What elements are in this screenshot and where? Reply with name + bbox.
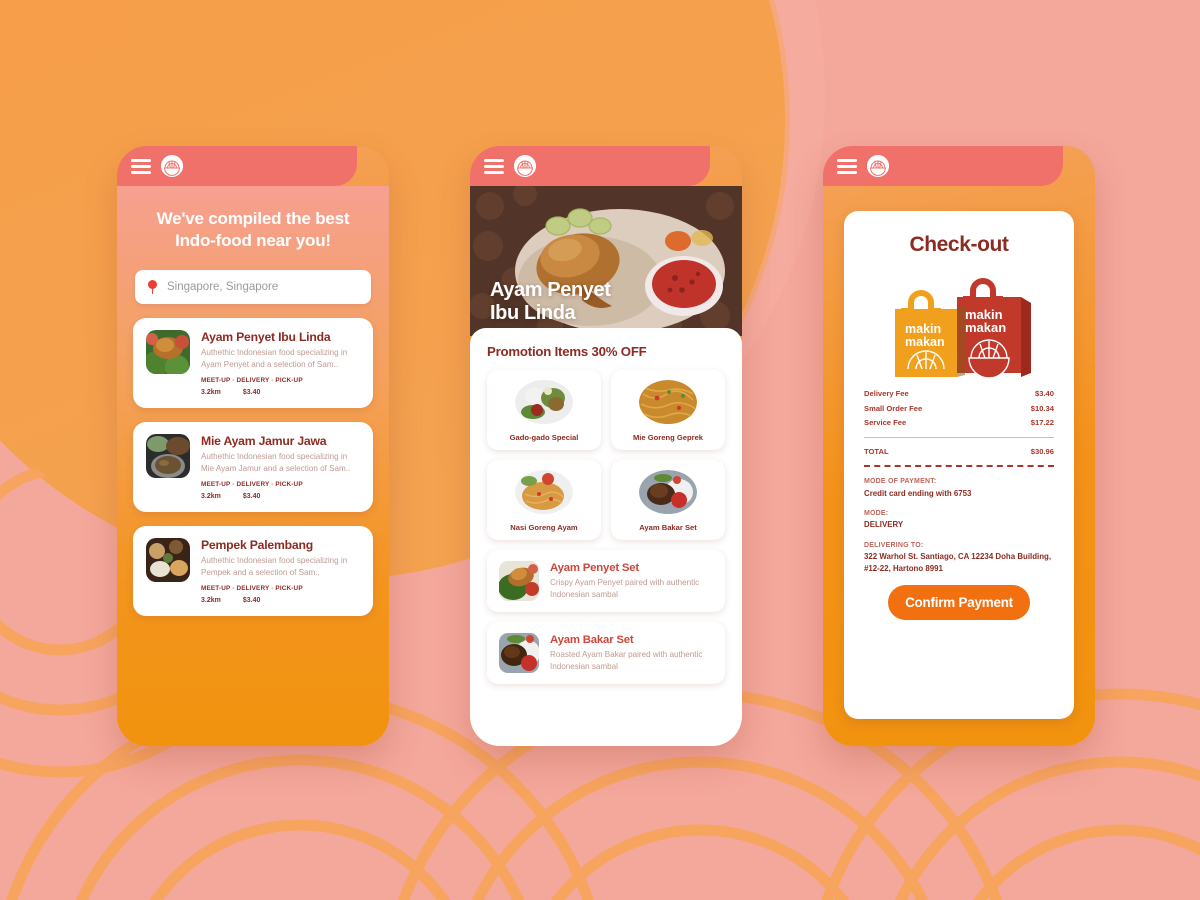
restaurant-hero-title: Ayam Penyet Ibu Linda xyxy=(490,278,611,326)
hero-title-line-2: Ibu Linda xyxy=(490,302,576,325)
delivery-address-value: 322 Warhol St. Santiago, CA 12234 Doha B… xyxy=(864,552,1052,573)
payment-mode-value: Credit card ending with 6753 xyxy=(864,488,972,498)
restaurant-description: Authethic Indonesian food specializing i… xyxy=(201,348,348,369)
phone-screen-restaurant-list: We've compiled the best Indo-food near y… xyxy=(117,146,389,746)
restaurant-thumbnail xyxy=(146,538,190,583)
restaurant-meta: 3.2km $3.40 xyxy=(201,493,360,500)
total-label: TOTAL xyxy=(864,447,889,456)
delivery-mode-block: MODE: DELIVERY xyxy=(864,510,1054,531)
app-bar xyxy=(823,146,1063,186)
payment-mode-block: MODE OF PAYMENT: Credit card ending with… xyxy=(864,478,1054,499)
menu-item-name: Ayam Penyet Set xyxy=(550,562,640,575)
restaurant-meta: 3.2km $3.40 xyxy=(201,389,360,396)
fee-row: Small Order Fee $10.34 xyxy=(864,404,1054,413)
fee-amount: $3.40 xyxy=(1034,389,1054,398)
promotion-tile-image xyxy=(515,470,573,515)
hamburger-menu-icon[interactable] xyxy=(131,158,151,174)
total-amount: $30.96 xyxy=(1030,447,1054,456)
promotion-tile[interactable]: Mie Goreng Geprek xyxy=(611,370,725,450)
menu-item-thumbnail xyxy=(499,633,539,673)
restaurant-service-tags: MEET-UP · DELIVERY · PICK-UP xyxy=(201,481,303,489)
restaurant-card[interactable]: Mie Ayam Jamur Jawa Authethic Indonesian… xyxy=(133,422,373,513)
screen1-body: We've compiled the best Indo-food near y… xyxy=(117,186,389,746)
promotion-heading: Promotion Items 30% OFF xyxy=(487,344,647,359)
promotion-tile[interactable]: Ayam Bakar Set xyxy=(611,460,725,540)
delivery-mode-heading: MODE: xyxy=(864,509,889,517)
restaurant-price: $3.40 xyxy=(242,493,261,501)
fee-breakdown: Delivery Fee $3.40 Small Order Fee $10.3… xyxy=(864,389,1054,467)
phone-screen-checkout: Check-out makin makan makin makan Delive… xyxy=(823,146,1095,746)
page-title: We've compiled the best Indo-food near y… xyxy=(156,209,350,251)
promotion-tile-label: Nasi Goreng Ayam xyxy=(510,523,578,532)
fee-label: Delivery Fee xyxy=(864,389,909,398)
restaurant-description: Authethic Indonesian food specializing i… xyxy=(201,452,351,473)
payment-mode-heading: MODE OF PAYMENT: xyxy=(864,478,937,485)
delivery-address-block: DELIVERING TO: 322 Warhol St. Santiago, … xyxy=(864,542,1054,574)
shopping-bags-illustration: makin makan makin makan xyxy=(864,263,1054,381)
confirm-payment-button[interactable]: Confirm Payment xyxy=(888,585,1030,621)
restaurant-card[interactable]: Ayam Penyet Ibu Linda Authethic Indonesi… xyxy=(133,318,373,409)
hero-image: Ayam Penyet Ibu Linda xyxy=(470,186,742,336)
delivery-mode-value: DELIVERY xyxy=(864,520,904,530)
search-input-value: Singapore, Singapore xyxy=(167,281,279,294)
restaurant-distance: 3.2km xyxy=(201,597,221,605)
location-search-input[interactable]: Singapore, Singapore xyxy=(135,270,371,305)
promotion-tile-image xyxy=(639,470,697,515)
promotion-tile-image xyxy=(639,380,697,425)
menu-item-card[interactable]: Ayam Penyet Set Crispy Ayam Penyet paire… xyxy=(487,550,725,612)
promotion-tile-grid: Gado-gado Special Mie Goreng Geprek Nasi… xyxy=(487,370,725,540)
promotion-tile[interactable]: Gado-gado Special xyxy=(487,370,601,450)
fee-row: Delivery Fee $3.40 xyxy=(864,389,1054,398)
hamburger-menu-icon[interactable] xyxy=(484,158,504,174)
phone-screen-restaurant-detail: Ayam Penyet Ibu Linda Promotion Items 30… xyxy=(470,146,742,746)
checkout-card: Check-out makin makan makin makan Delive… xyxy=(844,211,1074,719)
menu-item-description: Roasted Ayam Bakar paired with authentic… xyxy=(550,650,703,671)
detail-sheet: Promotion Items 30% OFF Gado-gado Specia… xyxy=(470,328,742,746)
dashed-divider xyxy=(864,465,1054,467)
fee-amount: $17.22 xyxy=(1030,418,1054,427)
restaurant-service-tags: MEET-UP · DELIVERY · PICK-UP xyxy=(201,585,303,593)
restaurant-price: $3.40 xyxy=(242,389,261,397)
restaurant-thumbnail xyxy=(146,330,190,375)
restaurant-service-tags: MEET-UP · DELIVERY · PICK-UP xyxy=(201,377,303,385)
restaurant-name: Pempek Palembang xyxy=(201,538,313,553)
restaurant-card[interactable]: Pempek Palembang Authethic Indonesian fo… xyxy=(133,526,373,617)
fee-label: Small Order Fee xyxy=(864,403,923,413)
svg-text:makan: makan xyxy=(965,320,1006,335)
makin-makan-bowl-logo-icon[interactable] xyxy=(161,155,183,177)
fee-label: Service Fee xyxy=(864,418,907,427)
promotion-tile-label: Gado-gado Special xyxy=(509,433,579,442)
restaurant-price: $3.40 xyxy=(242,597,261,605)
restaurant-distance: 3.2km xyxy=(201,493,221,501)
promotion-tile[interactable]: Nasi Goreng Ayam xyxy=(487,460,601,540)
restaurant-thumbnail xyxy=(146,434,190,479)
restaurant-meta: 3.2km $3.40 xyxy=(201,597,360,604)
menu-item-card[interactable]: Ayam Bakar Set Roasted Ayam Bakar paired… xyxy=(487,622,725,684)
location-pin-icon xyxy=(148,280,157,295)
restaurant-description: Authethic Indonesian food specializing i… xyxy=(201,556,348,577)
restaurant-distance: 3.2km xyxy=(201,389,221,397)
app-bar xyxy=(470,146,710,186)
total-row: TOTAL $30.96 xyxy=(864,447,1054,456)
restaurant-name: Ayam Penyet Ibu Linda xyxy=(201,330,331,345)
hero-title-line-1: Ayam Penyet xyxy=(490,278,611,301)
delivery-address-heading: DELIVERING TO: xyxy=(864,541,924,549)
promotion-tile-image xyxy=(515,380,573,425)
hamburger-menu-icon[interactable] xyxy=(837,158,857,174)
divider xyxy=(864,437,1054,438)
restaurant-name: Mie Ayam Jamur Jawa xyxy=(201,434,327,449)
fee-amount: $10.34 xyxy=(1030,403,1054,413)
menu-item-description: Crispy Ayam Penyet paired with authentic… xyxy=(550,578,700,599)
promotion-tile-label: Mie Goreng Geprek xyxy=(632,433,704,442)
svg-text:makan: makan xyxy=(905,335,945,349)
menu-item-name: Ayam Bakar Set xyxy=(550,634,634,647)
page-title: Check-out xyxy=(909,233,1009,256)
fee-row: Service Fee $17.22 xyxy=(864,418,1054,427)
makin-makan-bowl-logo-icon[interactable] xyxy=(514,155,536,177)
promotion-tile-label: Ayam Bakar Set xyxy=(639,523,697,532)
app-bar xyxy=(117,146,357,186)
menu-item-thumbnail xyxy=(499,561,539,601)
makin-makan-bowl-logo-icon[interactable] xyxy=(867,155,889,177)
svg-text:makin: makin xyxy=(905,322,941,336)
